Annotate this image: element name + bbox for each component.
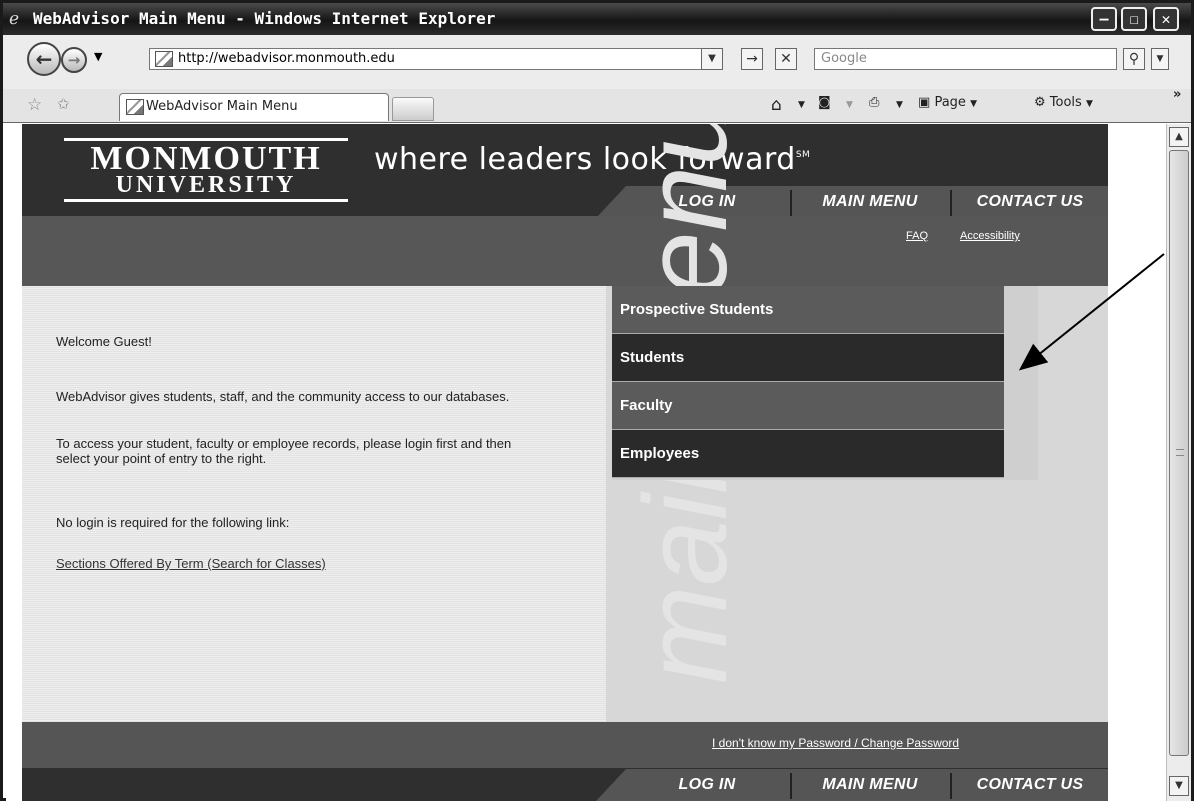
- browser-window: ℯ WebAdvisor Main Menu - Windows Interne…: [0, 0, 1194, 801]
- back-arrow-icon: ←: [35, 47, 53, 71]
- print-dropdown-icon[interactable]: ▼: [896, 100, 903, 110]
- page-icon: ▣: [918, 95, 931, 110]
- tab-webadvisor[interactable]: WebAdvisor Main Menu: [119, 93, 389, 121]
- window-title: WebAdvisor Main Menu - Windows Internet …: [33, 9, 496, 28]
- page-menu[interactable]: ▣ Page ▼: [918, 95, 977, 110]
- chevron-down-icon: ▼: [1175, 780, 1183, 791]
- scroll-up-button[interactable]: ▲: [1169, 127, 1189, 147]
- chevron-down-icon: ▼: [1085, 99, 1093, 109]
- page-favicon-icon: [126, 99, 144, 115]
- maximize-button[interactable]: ☐: [1121, 7, 1147, 31]
- ie-logo-icon: ℯ: [9, 9, 20, 29]
- home-dropdown-icon[interactable]: ▼: [798, 100, 805, 110]
- go-button[interactable]: →: [741, 48, 763, 70]
- close-button[interactable]: ✕: [1153, 7, 1179, 31]
- address-bar[interactable]: http://webadvisor.monmouth.edu: [149, 48, 722, 70]
- forward-arrow-icon: →: [67, 51, 81, 69]
- address-text: http://webadvisor.monmouth.edu: [178, 51, 395, 66]
- tools-menu[interactable]: ⚙ Tools ▼: [1034, 95, 1093, 110]
- chevron-down-icon: ▼: [708, 53, 716, 64]
- feeds-icon[interactable]: ◙: [818, 95, 831, 110]
- tools-menu-label: Tools: [1049, 95, 1082, 110]
- scroll-down-button[interactable]: ▼: [1169, 776, 1189, 796]
- chevron-down-icon: ▼: [970, 99, 977, 109]
- page-favicon-icon: [155, 51, 173, 67]
- print-icon[interactable]: ⎙: [869, 95, 879, 110]
- tab-title: WebAdvisor Main Menu: [146, 99, 298, 114]
- favorites-star-icon[interactable]: ☆: [27, 95, 42, 115]
- address-toolbar: ← → ▼ http://webadvisor.monmouth.edu ▼ →…: [3, 35, 1191, 93]
- new-tab-button[interactable]: [392, 97, 434, 121]
- chevron-down-icon: ▼: [1156, 54, 1164, 64]
- tab-toolbar: ☆ ✩ WebAdvisor Main Menu ⌂ ▼ ◙ ▼ ⎙ ▼ ▣ P…: [3, 87, 1191, 123]
- page-menu-label: Page: [934, 95, 966, 110]
- vertical-scrollbar[interactable]: ▲ ▼: [1166, 124, 1191, 801]
- toolbar-overflow-icon[interactable]: »: [1173, 87, 1181, 102]
- home-icon[interactable]: ⌂: [771, 95, 782, 115]
- annotation-arrow: [1018, 253, 1165, 371]
- scroll-grip-icon: [1176, 449, 1184, 456]
- stop-button[interactable]: ✕: [775, 48, 797, 70]
- forward-button[interactable]: →: [61, 47, 87, 73]
- go-arrow-icon: →: [746, 51, 758, 67]
- address-dropdown-button[interactable]: ▼: [701, 48, 723, 70]
- search-input[interactable]: Google: [814, 48, 1117, 70]
- minimize-button[interactable]: ‒: [1091, 7, 1117, 31]
- add-favorites-icon[interactable]: ✩: [57, 95, 70, 113]
- gear-icon: ⚙: [1034, 95, 1046, 110]
- feeds-dropdown-icon[interactable]: ▼: [846, 100, 853, 110]
- stop-x-icon: ✕: [780, 51, 792, 67]
- title-bar: ℯ WebAdvisor Main Menu - Windows Interne…: [3, 3, 1191, 35]
- page-viewport: MONMOUTH UNIVERSITY where leaders look f…: [6, 124, 1166, 801]
- chevron-up-icon: ▲: [1175, 131, 1183, 142]
- search-button[interactable]: ⚲: [1123, 48, 1145, 70]
- search-options-button[interactable]: ▼: [1151, 48, 1169, 70]
- scroll-thumb[interactable]: [1169, 150, 1189, 756]
- search-icon: ⚲: [1128, 51, 1140, 67]
- search-placeholder: Google: [821, 51, 867, 66]
- back-button[interactable]: ←: [27, 42, 61, 76]
- history-dropdown-icon[interactable]: ▼: [94, 50, 102, 63]
